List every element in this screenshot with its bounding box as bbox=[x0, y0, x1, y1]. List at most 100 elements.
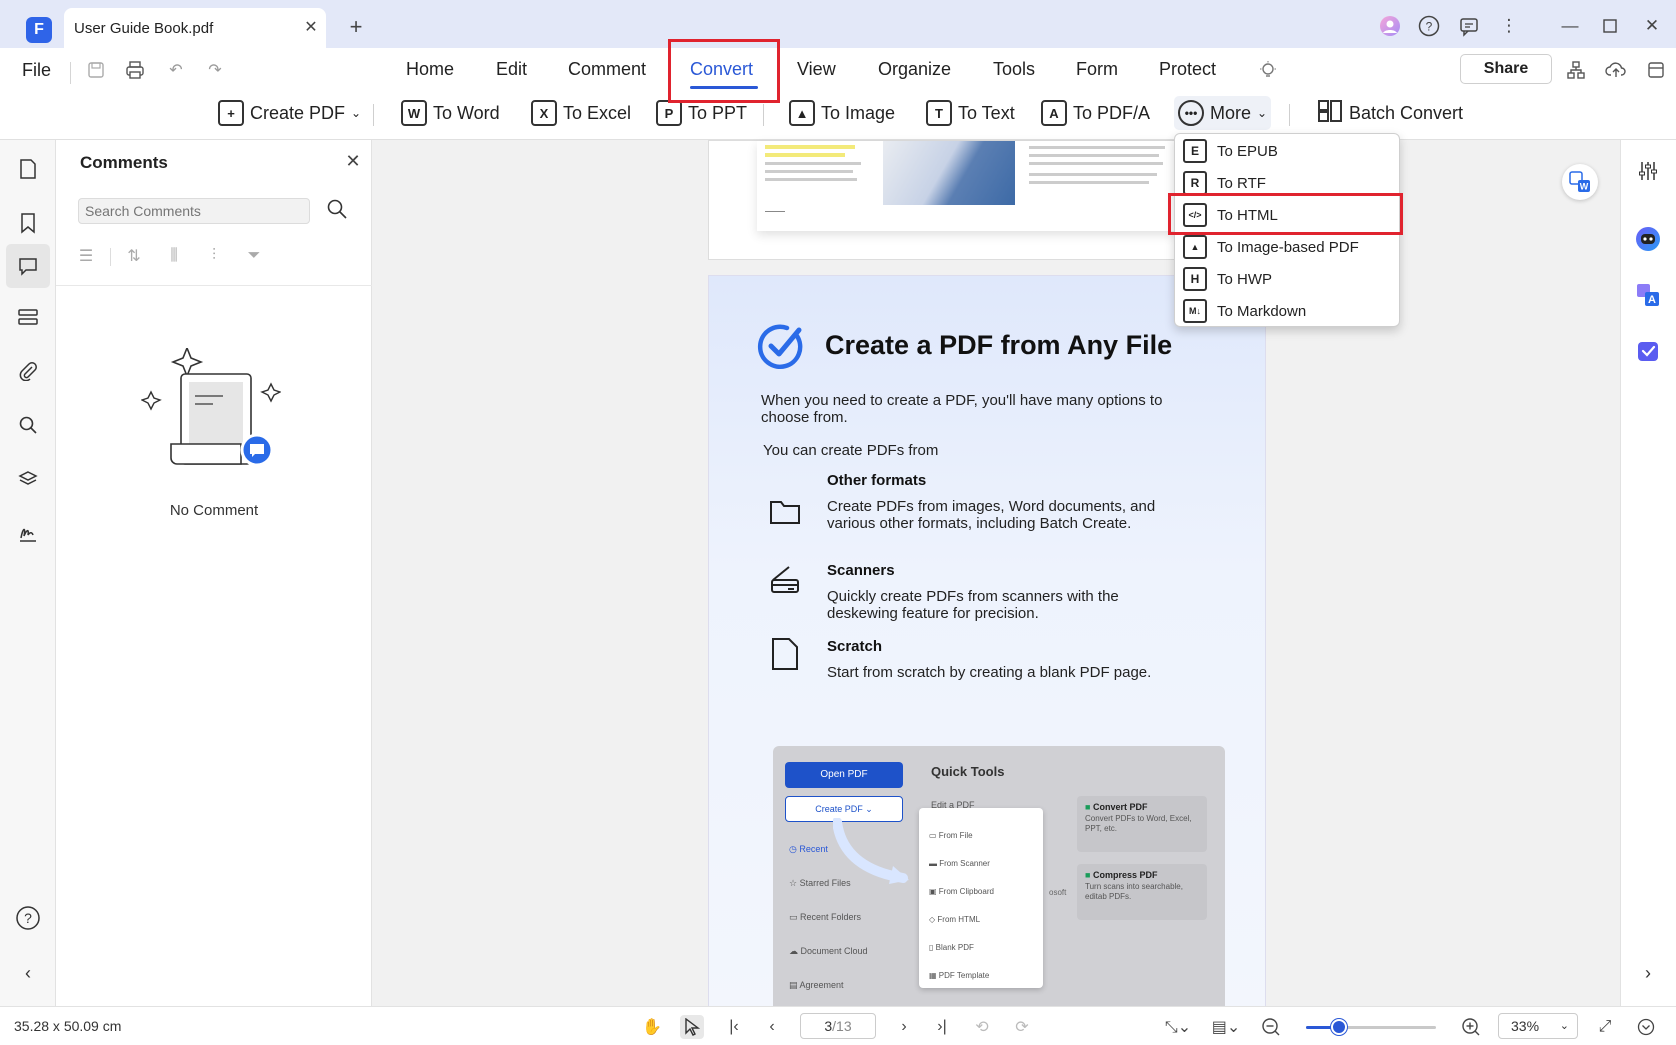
panel-toggle-icon[interactable] bbox=[1644, 58, 1668, 82]
page-thumbnails-icon[interactable] bbox=[13, 154, 43, 184]
column-filter-icon[interactable]: ⫼ bbox=[162, 244, 186, 268]
rotate-left-icon[interactable]: ⟲ bbox=[970, 1015, 994, 1039]
layers-icon[interactable] bbox=[13, 464, 43, 494]
image-based-pdf-icon: ▲ bbox=[1183, 235, 1207, 259]
task-check-icon[interactable] bbox=[1633, 336, 1663, 366]
embedded-sidebar-item: ▤ Agreement bbox=[789, 980, 844, 991]
tab-organize[interactable]: Organize bbox=[878, 59, 951, 80]
close-window-icon[interactable]: ✕ bbox=[1640, 14, 1664, 38]
select-tool-icon[interactable] bbox=[680, 1015, 704, 1039]
help-icon[interactable]: ? bbox=[13, 903, 43, 933]
page-layout-icon[interactable]: ▤⌄ bbox=[1208, 1015, 1244, 1039]
rotate-right-icon[interactable]: ⟳ bbox=[1010, 1015, 1034, 1039]
to-word-button[interactable]: W To Word bbox=[401, 98, 500, 128]
attachment-icon[interactable] bbox=[13, 356, 43, 386]
close-tab-icon[interactable]: ✕ bbox=[300, 17, 322, 39]
feedback-icon[interactable] bbox=[1457, 14, 1481, 38]
document-tab[interactable]: User Guide Book.pdf ✕ bbox=[64, 8, 326, 50]
collapse-left-icon[interactable]: ‹ bbox=[13, 958, 43, 988]
page-preview-card bbox=[757, 141, 1177, 231]
redo-icon[interactable]: ↷ bbox=[203, 58, 227, 82]
rtf-icon: R bbox=[1183, 171, 1207, 195]
maximize-icon[interactable] bbox=[1598, 14, 1622, 38]
zoom-out-icon[interactable] bbox=[1259, 1015, 1283, 1039]
search-icon[interactable] bbox=[13, 410, 43, 440]
lightbulb-icon[interactable] bbox=[1256, 58, 1280, 82]
tab-view[interactable]: View bbox=[797, 59, 836, 80]
avatar[interactable] bbox=[1378, 14, 1402, 38]
undo-icon[interactable]: ↶ bbox=[164, 58, 188, 82]
tab-edit[interactable]: Edit bbox=[496, 59, 527, 80]
hand-tool-icon[interactable]: ✋ bbox=[640, 1015, 664, 1039]
word-icon: W bbox=[401, 100, 427, 126]
tab-protect[interactable]: Protect bbox=[1159, 59, 1216, 80]
expand-right-icon[interactable]: › bbox=[1633, 958, 1663, 988]
menu-item-to-hwp[interactable]: H To HWP bbox=[1179, 264, 1397, 294]
properties-icon[interactable] bbox=[1633, 156, 1663, 186]
embedded-menu-item: ▭ From File bbox=[929, 822, 1043, 850]
previous-page-icon[interactable]: ‹ bbox=[760, 1015, 784, 1039]
to-image-button[interactable]: ▲ To Image bbox=[789, 98, 895, 128]
search-comments-input[interactable] bbox=[78, 198, 310, 224]
zoom-in-icon[interactable] bbox=[1459, 1015, 1483, 1039]
more-options-icon[interactable]: ⋮ bbox=[1497, 14, 1521, 38]
fullscreen-icon[interactable]: ⤢ bbox=[1593, 1015, 1617, 1039]
close-panel-icon[interactable]: ✕ bbox=[342, 151, 364, 173]
feature-title: Other formats bbox=[827, 472, 927, 489]
filter-icon[interactable]: ⏷ bbox=[242, 244, 266, 268]
sort-icon[interactable]: ⇅ bbox=[122, 244, 146, 268]
signature-icon[interactable] bbox=[13, 518, 43, 548]
fields-icon[interactable] bbox=[13, 302, 43, 332]
cloud-icon: ☁ bbox=[789, 946, 798, 956]
tab-comment[interactable]: Comment bbox=[568, 59, 646, 80]
document-viewport[interactable]: Create a PDF from Any File When you need… bbox=[372, 140, 1620, 1016]
next-page-icon[interactable]: › bbox=[892, 1015, 916, 1039]
embedded-menu-label: From Scanner bbox=[939, 859, 990, 868]
batch-convert-button[interactable]: Batch Convert bbox=[1317, 98, 1463, 128]
feature-description: Start from scratch by creating a blank P… bbox=[827, 664, 1152, 681]
file-menu[interactable]: File bbox=[22, 60, 51, 81]
title-bar: F User Guide Book.pdf ✕ + ? ⋮ — ✕ bbox=[0, 0, 1676, 50]
new-tab-icon[interactable]: + bbox=[344, 15, 368, 39]
more-label: More bbox=[1210, 102, 1252, 123]
html-icon: ◇ bbox=[929, 915, 936, 924]
to-excel-button[interactable]: X To Excel bbox=[531, 98, 631, 128]
tab-form[interactable]: Form bbox=[1076, 59, 1118, 80]
menu-item-to-markdown[interactable]: M↓ To Markdown bbox=[1179, 296, 1397, 326]
translate-to-word-icon[interactable]: W bbox=[1562, 164, 1598, 200]
embedded-convert-desc: Convert PDFs to Word, Excel, PPT, etc. bbox=[1085, 814, 1192, 833]
last-page-icon[interactable]: ›| bbox=[930, 1015, 954, 1039]
menu-item-to-epub[interactable]: E To EPUB bbox=[1179, 136, 1397, 166]
zoom-level-select[interactable]: 33% ⌄ bbox=[1498, 1013, 1578, 1039]
bookmark-icon[interactable] bbox=[13, 208, 43, 238]
to-pdfa-button[interactable]: A To PDF/A bbox=[1041, 98, 1150, 128]
adjust-icon[interactable]: ⫶ bbox=[202, 244, 226, 268]
more-button[interactable]: ••• More ⌄ bbox=[1174, 96, 1272, 130]
menu-item-to-image-based-pdf[interactable]: ▲ To Image-based PDF bbox=[1179, 232, 1397, 262]
first-page-icon[interactable]: |‹ bbox=[722, 1015, 746, 1039]
more-status-icon[interactable] bbox=[1634, 1015, 1658, 1039]
tab-tools[interactable]: Tools bbox=[993, 59, 1035, 80]
share-button[interactable]: Share bbox=[1460, 54, 1552, 84]
workflow-icon[interactable] bbox=[1564, 58, 1588, 82]
zoom-slider-thumb[interactable] bbox=[1331, 1019, 1347, 1035]
search-icon[interactable] bbox=[324, 198, 350, 224]
create-pdf-button[interactable]: + Create PDF ⌄ bbox=[218, 98, 361, 128]
to-text-label: To Text bbox=[958, 102, 1015, 123]
minimize-icon[interactable]: — bbox=[1558, 14, 1582, 38]
help-icon[interactable]: ? bbox=[1417, 14, 1441, 38]
list-view-icon[interactable]: ☰ bbox=[74, 244, 98, 268]
cloud-upload-icon[interactable] bbox=[1604, 58, 1628, 82]
fit-mode-icon[interactable]: ⤡⌄ bbox=[1160, 1015, 1196, 1039]
tab-home[interactable]: Home bbox=[406, 59, 454, 80]
page-number-input[interactable]: 3/13 bbox=[800, 1013, 876, 1039]
save-icon[interactable] bbox=[84, 58, 108, 82]
print-icon[interactable] bbox=[123, 58, 147, 82]
ai-assistant-icon[interactable] bbox=[1633, 224, 1663, 254]
comments-icon[interactable] bbox=[6, 244, 50, 288]
scanner-icon bbox=[767, 562, 803, 598]
embedded-menu-item: ▯ Blank PDF bbox=[929, 934, 1043, 962]
translate-icon[interactable]: A bbox=[1633, 280, 1663, 310]
current-page: Create a PDF from Any File When you need… bbox=[708, 275, 1266, 1016]
to-text-button[interactable]: T To Text bbox=[926, 98, 1015, 128]
